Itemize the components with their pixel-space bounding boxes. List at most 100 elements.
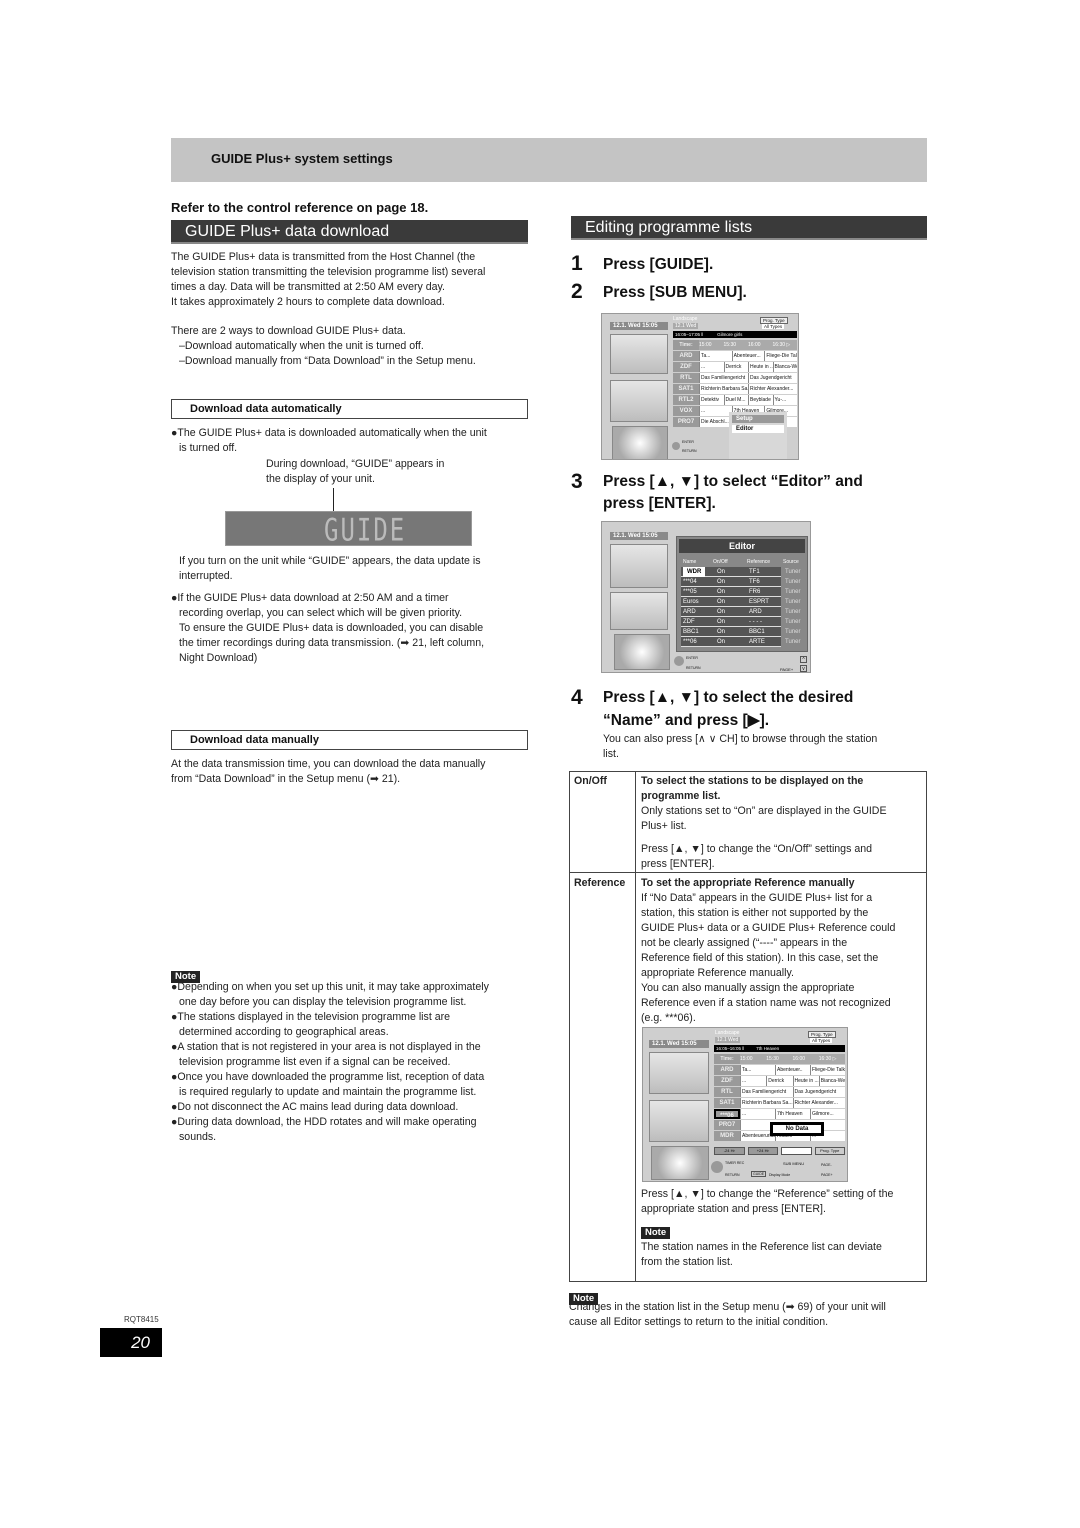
step-text: Press [▲, ▼] to select “Editor” and bbox=[603, 473, 863, 490]
programme-cell[interactable]: Das Jugendgericht bbox=[748, 373, 797, 383]
blank-button[interactable] bbox=[781, 1147, 812, 1155]
guide-row[interactable]: SAT1 Richterin Barbara Sa... Richter Alexa… bbox=[673, 384, 797, 394]
intro-line: The GUIDE Plus+ data is transmitted from… bbox=[171, 251, 476, 263]
programme-cell[interactable]: Abenteuer... bbox=[731, 351, 765, 361]
guide-screen-submenu: 12.1. Wed 15:05 Landscape 12.1 Wed Prog.… bbox=[601, 313, 799, 460]
editor-cell-source: Tuner bbox=[785, 629, 801, 635]
intro-paragraph: The GUIDE Plus+ data is transmitted from… bbox=[171, 250, 531, 310]
guide-row[interactable]: ZDF...DerrickHeute in ...Bianca-Wege.. bbox=[714, 1076, 845, 1086]
step-text: Press [▲, ▼] to select the desired bbox=[603, 689, 854, 706]
editor-row[interactable]: Euros On ESPRT Tuner bbox=[681, 597, 800, 607]
channel-name: MDR bbox=[714, 1131, 740, 1141]
editor-row[interactable]: WDR On TF1 Tuner bbox=[681, 567, 800, 577]
page-down-icon[interactable]: v bbox=[800, 665, 807, 672]
programme-cell[interactable]: Richter Alexander... bbox=[792, 1098, 845, 1108]
channel-name: ***06 bbox=[714, 1109, 740, 1119]
editor-cell-ref: ARD bbox=[749, 609, 762, 615]
programme-cell[interactable]: Blanca-Wege... bbox=[772, 362, 797, 372]
programme-cell[interactable]: 7th Heaven bbox=[775, 1109, 810, 1119]
manual-text: At the data transmission time, you can d… bbox=[171, 757, 531, 787]
page-up-icon[interactable]: ^ bbox=[800, 656, 807, 663]
programme-cell[interactable]: Das Familiengericht bbox=[740, 1087, 793, 1097]
guide-row[interactable]: RTL2 Detektiv Duel M... Beyblade Yu-... bbox=[673, 395, 797, 405]
editor-cell-source: Tuner bbox=[785, 639, 801, 645]
programme-cell[interactable]: Richterin Barbara Sa... bbox=[699, 384, 748, 394]
text-line: You can also press [∧ ∨ CH] to browse th… bbox=[603, 733, 878, 745]
guide-button[interactable]: GUIDE bbox=[751, 1171, 767, 1177]
programme-cell[interactable]: ... bbox=[699, 406, 732, 416]
editor-row[interactable]: ARD On ARD Tuner bbox=[681, 607, 800, 617]
programme-cell[interactable]: Heute in ... bbox=[792, 1076, 819, 1086]
section-label: GUIDE Plus+ system settings bbox=[211, 151, 393, 166]
programme-cell[interactable]: Richter Alexander... bbox=[748, 384, 797, 394]
programme-cell[interactable]: ... bbox=[740, 1109, 775, 1119]
guide-row[interactable]: ZDF...DerrickHeute in ...Blanca-Wege... bbox=[673, 362, 797, 372]
guide-row[interactable]: RTL Das Familiengericht Das Jugendgericht bbox=[714, 1087, 845, 1097]
preview-bottom bbox=[614, 634, 670, 670]
plus-24hr-button[interactable]: +24 Hr bbox=[747, 1147, 778, 1155]
row-key-reference: Reference bbox=[574, 877, 626, 889]
guide-row[interactable]: ***06... 7th Heaven Gilmore... bbox=[714, 1109, 845, 1119]
programme-cell[interactable]: ... bbox=[740, 1076, 767, 1086]
programme-cell[interactable]: Das Jugendgericht bbox=[792, 1087, 845, 1097]
editor-cell-on: On bbox=[717, 619, 726, 625]
programme-cell[interactable]: Derrick bbox=[723, 362, 748, 372]
dpad-icon bbox=[711, 1161, 723, 1173]
editor-row[interactable]: BBC1 On BBC1 Tuner bbox=[681, 627, 800, 637]
programme-cell[interactable]: Duel M... bbox=[723, 395, 748, 405]
programme-cell[interactable]: Abenteuer.. bbox=[775, 1065, 810, 1075]
text-line: the display of your unit. bbox=[266, 473, 375, 485]
programme-cell[interactable]: Yu-... bbox=[772, 395, 797, 405]
editor-row[interactable]: ZDF On - - - - Tuner bbox=[681, 617, 800, 627]
programme-cell[interactable]: Gilmore... bbox=[810, 1109, 845, 1119]
programme-cell[interactable]: ... bbox=[699, 362, 724, 372]
return-label: RETURN bbox=[725, 1173, 740, 1177]
editor-cell-on: On bbox=[717, 609, 726, 615]
editor-cell-ref: - - - - bbox=[749, 619, 762, 625]
minus-24hr-button[interactable]: -24 Hr bbox=[714, 1147, 745, 1155]
programme-cell[interactable]: Heute in ... bbox=[748, 362, 773, 372]
step-2: 2 Press [SUB MENU]. bbox=[571, 280, 931, 304]
editor-row[interactable]: ***06 On ARTE Tuner bbox=[681, 637, 800, 647]
programme-cell[interactable]: Derrick bbox=[766, 1076, 793, 1086]
guide-row[interactable]: ARDTa...Abenteuer..Fliege-Die Talkshow bbox=[714, 1065, 845, 1075]
col-name: Name bbox=[683, 559, 697, 565]
programme-cell[interactable]: Ta... bbox=[699, 351, 732, 361]
menu-item-editor[interactable]: Editor bbox=[732, 425, 784, 433]
editor-panel: Editor Name On/Off Reference Source WDR O… bbox=[676, 536, 808, 652]
programme-cell[interactable]: Detektiv bbox=[699, 395, 724, 405]
unit-display: GUIDE bbox=[225, 511, 472, 548]
now-playing-bar: 16:05–16:05 ‖ 7th Heaven bbox=[714, 1045, 845, 1052]
ways-intro: There are 2 ways to download GUIDE Plus+… bbox=[171, 325, 406, 337]
prog-type-label: Prog. Type bbox=[808, 1031, 836, 1038]
programme-cell[interactable]: Fliege-Die Talkshow bbox=[764, 351, 798, 361]
programme-cell[interactable]: Ta... bbox=[740, 1065, 775, 1075]
programme-cell[interactable]: Richterin Barbara Sa... bbox=[740, 1098, 793, 1108]
guide-row[interactable]: SAT1 Richterin Barbara Sa... Richter Alexa… bbox=[714, 1098, 845, 1108]
channel-name: PRO7 bbox=[714, 1120, 740, 1130]
editor-cell-ref: FR6 bbox=[749, 589, 761, 595]
programme-cell[interactable]: Das Familiengericht bbox=[699, 373, 748, 383]
clock: 12.1. Wed 15:05 bbox=[610, 532, 668, 540]
programme-cell[interactable]: Bianca-Wege.. bbox=[818, 1076, 845, 1086]
editor-cell-source: Tuner bbox=[785, 599, 801, 605]
editor-row[interactable]: ***04 On TF6 Tuner bbox=[681, 577, 800, 587]
row-divider bbox=[570, 872, 926, 873]
prog-type-button[interactable]: Prog. Type bbox=[814, 1147, 845, 1155]
programme-cell[interactable]: Fliege-Die Talkshow bbox=[810, 1065, 845, 1075]
step-number: 1 bbox=[571, 252, 583, 275]
editor-row[interactable]: ***05 On FR6 Tuner bbox=[681, 587, 800, 597]
display-callout: During download, “GUIDE” appears in the … bbox=[266, 457, 526, 487]
left-note-list: ●Depending on when you set up this unit,… bbox=[171, 980, 531, 1145]
programme-cell[interactable]: Beyblade bbox=[748, 395, 773, 405]
editor-cell-on: On bbox=[717, 589, 726, 595]
menu-item-setup[interactable]: Setup bbox=[732, 415, 784, 423]
guide-row[interactable]: ARDTa...Abenteuer...Fliege-Die Talkshow bbox=[673, 351, 798, 361]
text-line: the timer recordings during data transmi… bbox=[179, 637, 485, 649]
step-3: 3 Press [▲, ▼] to select “Editor” and pres… bbox=[571, 470, 931, 516]
guide-row[interactable]: RTL Das Familiengericht Das Jugendgericht bbox=[673, 373, 797, 383]
editor-cell-source: Tuner bbox=[785, 569, 801, 575]
programme-cell[interactable]: Die Abschl... bbox=[699, 417, 732, 427]
manual-download-heading: Download data manually bbox=[171, 730, 528, 750]
note-label: Note bbox=[641, 1227, 671, 1239]
